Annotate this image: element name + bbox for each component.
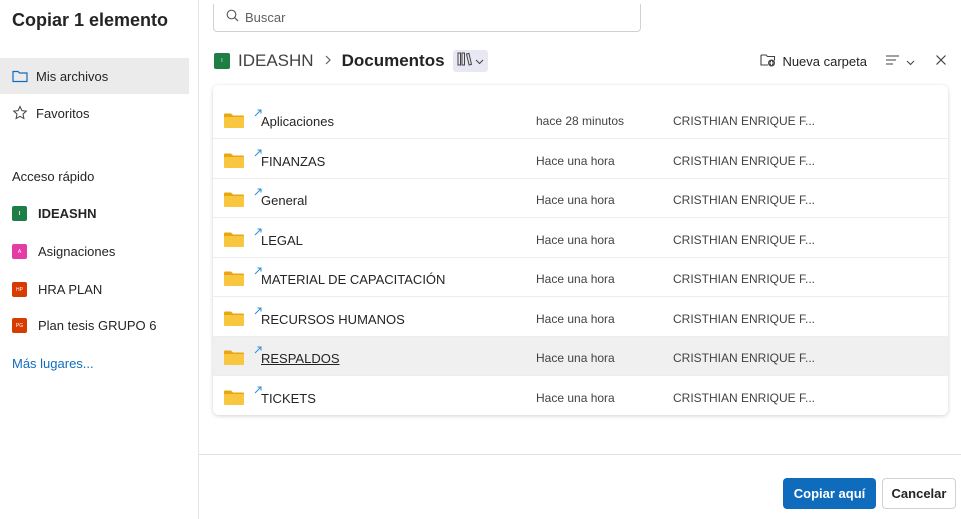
file-modified: Hace una hora: [536, 390, 615, 405]
new-folder-icon: [760, 53, 776, 70]
quick-item-label: Plan tesis GRUPO 6: [38, 318, 157, 333]
file-modified: Hace una hora: [536, 311, 615, 326]
nav-favorites-label: Favoritos: [36, 105, 90, 121]
file-row[interactable]: TICKETS Hace una hora CRISTHIAN ENRIQUE …: [213, 377, 948, 415]
file-name: General: [261, 193, 308, 208]
file-modified-by: CRISTHIAN ENRIQUE F...: [673, 390, 816, 405]
file-modified-by: CRISTHIAN ENRIQUE F...: [673, 351, 816, 365]
chevron-down-icon: [475, 52, 484, 70]
chevron-down-icon: [906, 54, 915, 69]
more-places-link[interactable]: Más lugares...: [12, 356, 94, 371]
file-modified: hace 28 minutos: [536, 114, 625, 128]
file-name: TICKETS: [261, 390, 316, 406]
breadcrumb-current: Documentos: [341, 51, 445, 70]
file-row[interactable]: General Hace una hora CRISTHIAN ENRIQUE …: [213, 179, 948, 218]
file-row[interactable]: FINANZAS Hace una hora CRISTHIAN ENRIQUE…: [213, 140, 948, 179]
site-badge: A: [12, 244, 27, 259]
site-badge: HP: [12, 282, 27, 297]
quick-item-ideashn[interactable]: I IDEASHN: [12, 206, 97, 221]
file-name: MATERIAL DE CAPACITACIÓN: [261, 272, 446, 287]
search-icon: [226, 9, 239, 27]
quick-item-asignaciones[interactable]: A Asignaciones: [12, 244, 115, 259]
file-name: LEGAL: [261, 232, 303, 248]
star-icon: [11, 104, 29, 122]
quick-item-hra-plan[interactable]: HP HRA PLAN: [12, 282, 102, 297]
folder-icon: [224, 232, 244, 250]
new-folder-label: Nueva carpeta: [782, 53, 867, 69]
file-row[interactable]: RECURSOS HUMANOS Hace una hora CRISTHIAN…: [213, 298, 948, 337]
folder-icon: [224, 192, 244, 210]
folder-icon: [224, 271, 244, 289]
file-modified: Hace una hora: [536, 153, 615, 168]
chevron-right-icon: [324, 53, 332, 70]
close-button[interactable]: [935, 54, 947, 69]
file-modified: Hace una hora: [536, 351, 615, 365]
file-modified-by: CRISTHIAN ENRIQUE F...: [673, 272, 816, 286]
quick-item-label: IDEASHN: [38, 206, 97, 221]
folder-icon: [224, 113, 244, 131]
file-row[interactable]: RESPALDOS Hace una hora CRISTHIAN ENRIQU…: [213, 337, 948, 376]
library-switch-button[interactable]: [452, 50, 488, 72]
nav-favorites[interactable]: Favoritos: [0, 95, 189, 131]
file-row[interactable]: MATERIAL DE CAPACITACIÓN Hace una hora C…: [213, 258, 948, 297]
folder-icon: [224, 350, 244, 368]
footer-divider: [199, 454, 961, 455]
quick-item-label: HRA PLAN: [38, 282, 103, 297]
nav-my-files-label: Mis archivos: [36, 68, 109, 84]
site-badge: I: [12, 206, 27, 221]
new-folder-button[interactable]: Nueva carpeta: [760, 53, 867, 70]
file-modified-by: CRISTHIAN ENRIQUE F...: [673, 114, 816, 128]
file-name: RESPALDOS: [261, 351, 340, 366]
search-input[interactable]: [245, 10, 625, 25]
site-badge: PG: [12, 318, 27, 333]
quick-item-plan-tesis[interactable]: PG Plan tesis GRUPO 6: [12, 318, 157, 333]
file-row[interactable]: LEGAL Hace una hora CRISTHIAN ENRIQUE F.…: [213, 219, 948, 258]
breadcrumb-site[interactable]: IDEASHN: [238, 51, 314, 71]
file-modified: Hace una hora: [536, 232, 615, 247]
close-icon: [935, 54, 947, 69]
file-modified-by: CRISTHIAN ENRIQUE F...: [673, 311, 816, 326]
folder-icon: [224, 390, 244, 408]
breadcrumb: I IDEASHN Documentos: [214, 49, 488, 73]
nav-my-files[interactable]: Mis archivos: [0, 58, 189, 94]
sort-icon: [885, 54, 900, 69]
search-box[interactable]: [213, 4, 641, 32]
folder-icon: [224, 153, 244, 171]
file-modified: Hace una hora: [536, 272, 615, 286]
quick-access-heading: Acceso rápido: [12, 169, 95, 184]
file-name: Aplicaciones: [261, 114, 334, 129]
toolbar: Nueva carpeta: [760, 50, 947, 72]
sort-button[interactable]: [885, 54, 915, 69]
folder-icon: [224, 311, 244, 329]
file-modified: Hace una hora: [536, 193, 615, 207]
sidebar: Copiar 1 elemento Mis archivos Favoritos…: [0, 0, 199, 519]
file-row[interactable]: Aplicaciones hace 28 minutos CRISTHIAN E…: [213, 100, 948, 139]
file-name: RECURSOS HUMANOS: [261, 311, 405, 327]
file-list: Aplicaciones hace 28 minutos CRISTHIAN E…: [213, 85, 948, 415]
library-icon: [457, 52, 473, 71]
site-badge: I: [214, 53, 230, 69]
file-modified-by: CRISTHIAN ENRIQUE F...: [673, 232, 816, 247]
dialog-title: Copiar 1 elemento: [12, 10, 169, 30]
copy-here-button[interactable]: Copiar aquí: [783, 478, 876, 509]
file-name: FINANZAS: [261, 153, 326, 169]
file-modified-by: CRISTHIAN ENRIQUE F...: [673, 193, 816, 207]
quick-item-label: Asignaciones: [38, 244, 116, 259]
file-modified-by: CRISTHIAN ENRIQUE F...: [673, 153, 816, 168]
cancel-button[interactable]: Cancelar: [882, 478, 956, 509]
folder-icon: [11, 67, 29, 85]
